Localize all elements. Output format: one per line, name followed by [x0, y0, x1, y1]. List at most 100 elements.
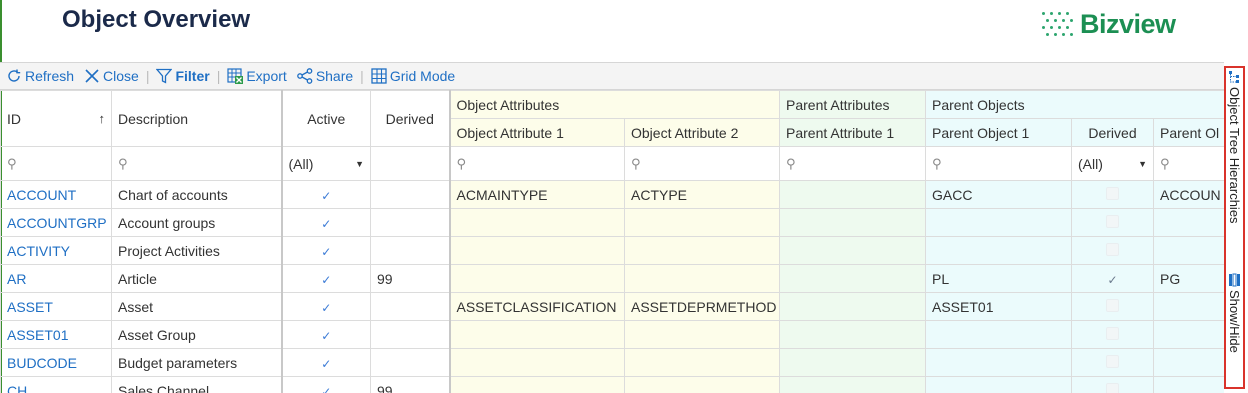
filter-select-active[interactable]: (All) ▼ — [280, 146, 371, 181]
close-label: Close — [103, 68, 139, 84]
object-grid: ID ↑ Description Active Derived Object At… — [0, 90, 1224, 393]
column-header-id[interactable]: ID ↑ — [0, 90, 112, 147]
column-header-object-attribute-2[interactable]: Object Attribute 2 — [624, 118, 780, 147]
table-row[interactable]: AR Article ✓ 99 PL ✓ PG — [0, 264, 1224, 293]
checkmark-icon: ✓ — [321, 188, 332, 203]
row-parent-derived — [1071, 236, 1154, 265]
export-button[interactable]: Export — [225, 68, 288, 84]
toolbar-divider: | — [216, 68, 221, 84]
filter-cell-description[interactable]: ⚲ — [111, 146, 282, 181]
row-id-link[interactable]: ACTIVITY — [0, 236, 112, 265]
search-icon: ⚲ — [1160, 156, 1170, 171]
row-id-link[interactable]: AR — [0, 264, 112, 293]
row-id-link[interactable]: ACCOUNT — [0, 180, 112, 209]
row-active: ✓ — [280, 320, 371, 349]
close-button[interactable]: Close — [82, 68, 141, 84]
grid-mode-button[interactable]: Grid Mode — [369, 68, 457, 84]
column-group-parent-attributes: Parent Attributes — [779, 90, 926, 119]
table-row[interactable]: ASSET Asset ✓ ASSETCLASSIFICATION ASSETDEPRM… — [0, 292, 1224, 321]
column-header-active[interactable]: Active — [280, 90, 371, 147]
filter-cell-object-attribute-2[interactable]: ⚲ — [624, 146, 780, 181]
filter-cell-parent-attribute-1[interactable]: ⚲ — [779, 146, 926, 181]
row-derived — [370, 292, 450, 321]
table-row[interactable]: ASSET01 Asset Group ✓ — [0, 320, 1224, 349]
toolbar-divider: | — [360, 68, 364, 84]
filter-select-parent-derived[interactable]: (All) ▼ — [1071, 146, 1154, 181]
search-icon: ⚲ — [7, 156, 17, 171]
row-object-attribute-1 — [448, 348, 625, 377]
row-parent-attribute-1 — [779, 376, 926, 393]
logo-dot — [1062, 33, 1065, 36]
row-id-link[interactable]: ACCOUNTGRP — [0, 208, 112, 237]
row-parent-derived — [1071, 320, 1154, 349]
row-active: ✓ — [280, 236, 371, 265]
table-row[interactable]: ACCOUNT Chart of accounts ✓ ACMAINTYPE ACTYP… — [0, 180, 1224, 209]
table-row[interactable]: ACCOUNTGRP Account groups ✓ — [0, 208, 1224, 237]
table-row[interactable]: ACTIVITY Project Activities ✓ — [0, 236, 1224, 265]
search-icon: ⚲ — [786, 156, 796, 171]
filter-icon — [156, 68, 173, 84]
row-active: ✓ — [280, 208, 371, 237]
column-header-derived[interactable]: Derived — [370, 90, 450, 147]
column-header-object-attribute-1[interactable]: Object Attribute 1 — [448, 118, 625, 147]
row-object-attribute-2 — [624, 208, 780, 237]
disabled-checkbox — [1106, 298, 1119, 312]
row-object-attribute-1: ASSETCLASSIFICATION — [448, 292, 625, 321]
export-label: Export — [246, 68, 287, 84]
filter-cell-derived[interactable] — [370, 146, 450, 181]
filter-button[interactable]: Filter — [154, 68, 211, 84]
row-active: ✓ — [280, 264, 371, 293]
disabled-checkbox — [1106, 214, 1119, 228]
column-header-parent-object-1[interactable]: Parent Object 1 — [925, 118, 1072, 147]
row-active: ✓ — [280, 376, 371, 393]
column-header-parent-attribute-1[interactable]: Parent Attribute 1 — [779, 118, 926, 147]
checkmark-icon: ✓ — [321, 272, 332, 287]
row-parent-derived — [1071, 180, 1154, 209]
share-label: Share — [315, 68, 354, 84]
row-active: ✓ — [280, 180, 371, 209]
search-icon: ⚲ — [932, 156, 942, 171]
filter-cell-parent-object-1[interactable]: ⚲ — [925, 146, 1072, 181]
table-row[interactable]: CH Sales Channel ✓ 99 — [0, 376, 1224, 393]
column-header-parent-object-2[interactable]: Parent Ol — [1153, 118, 1224, 147]
logo-dots-icon — [1040, 9, 1076, 39]
disabled-checkbox — [1106, 326, 1119, 340]
logo-dot — [1050, 26, 1053, 29]
column-header-description[interactable]: Description — [111, 90, 282, 147]
filter-cell-parent-object-2[interactable]: ⚲ — [1153, 146, 1224, 181]
toolbar: Refresh Close | Filter | Export Share | … — [0, 62, 1224, 90]
filter-cell-id[interactable]: ⚲ — [0, 146, 112, 181]
sort-ascending-icon[interactable]: ↑ — [99, 111, 106, 126]
refresh-button[interactable]: Refresh — [4, 68, 76, 84]
row-derived — [370, 180, 450, 209]
object-tree-hierarchies-tab[interactable]: Object Tree Hierarchies — [1226, 70, 1243, 224]
page-title: Object Overview — [62, 6, 251, 33]
row-parent-derived: ✓ — [1071, 264, 1154, 293]
row-parent-object-1: ASSET01 — [925, 292, 1072, 321]
data-table: ID ↑ Description Active Derived Object At… — [0, 90, 1224, 393]
filter-cell-object-attribute-1[interactable]: ⚲ — [448, 146, 625, 181]
column-group-object-attributes: Object Attributes — [448, 90, 780, 119]
row-parent-object-1 — [925, 376, 1072, 393]
share-icon — [296, 68, 313, 84]
row-id-link[interactable]: ASSET — [0, 292, 112, 321]
row-parent-object-2 — [1153, 320, 1224, 349]
row-parent-object-1: GACC — [925, 180, 1072, 209]
logo-dot — [1042, 12, 1045, 15]
row-id-link[interactable]: ASSET01 — [0, 320, 112, 349]
row-parent-attribute-1 — [779, 264, 926, 293]
row-id-link[interactable]: CH — [0, 376, 112, 393]
column-header-parent-derived[interactable]: Derived — [1071, 118, 1154, 147]
row-id-link[interactable]: BUDCODE — [0, 348, 112, 377]
show-hide-tab[interactable]: Show/Hide — [1226, 273, 1243, 353]
row-derived — [370, 236, 450, 265]
row-object-attribute-2 — [624, 376, 780, 393]
row-object-attribute-2: ACTYPE — [624, 180, 780, 209]
logo-dot — [1054, 33, 1057, 36]
row-parent-object-2: ACCOUN — [1153, 180, 1224, 209]
row-object-attribute-2: ASSETDEPRMETHOD — [624, 292, 780, 321]
disabled-checkbox — [1106, 242, 1119, 256]
disabled-checkbox — [1106, 354, 1119, 368]
share-button[interactable]: Share — [295, 68, 355, 84]
table-row[interactable]: BUDCODE Budget parameters ✓ — [0, 348, 1224, 377]
